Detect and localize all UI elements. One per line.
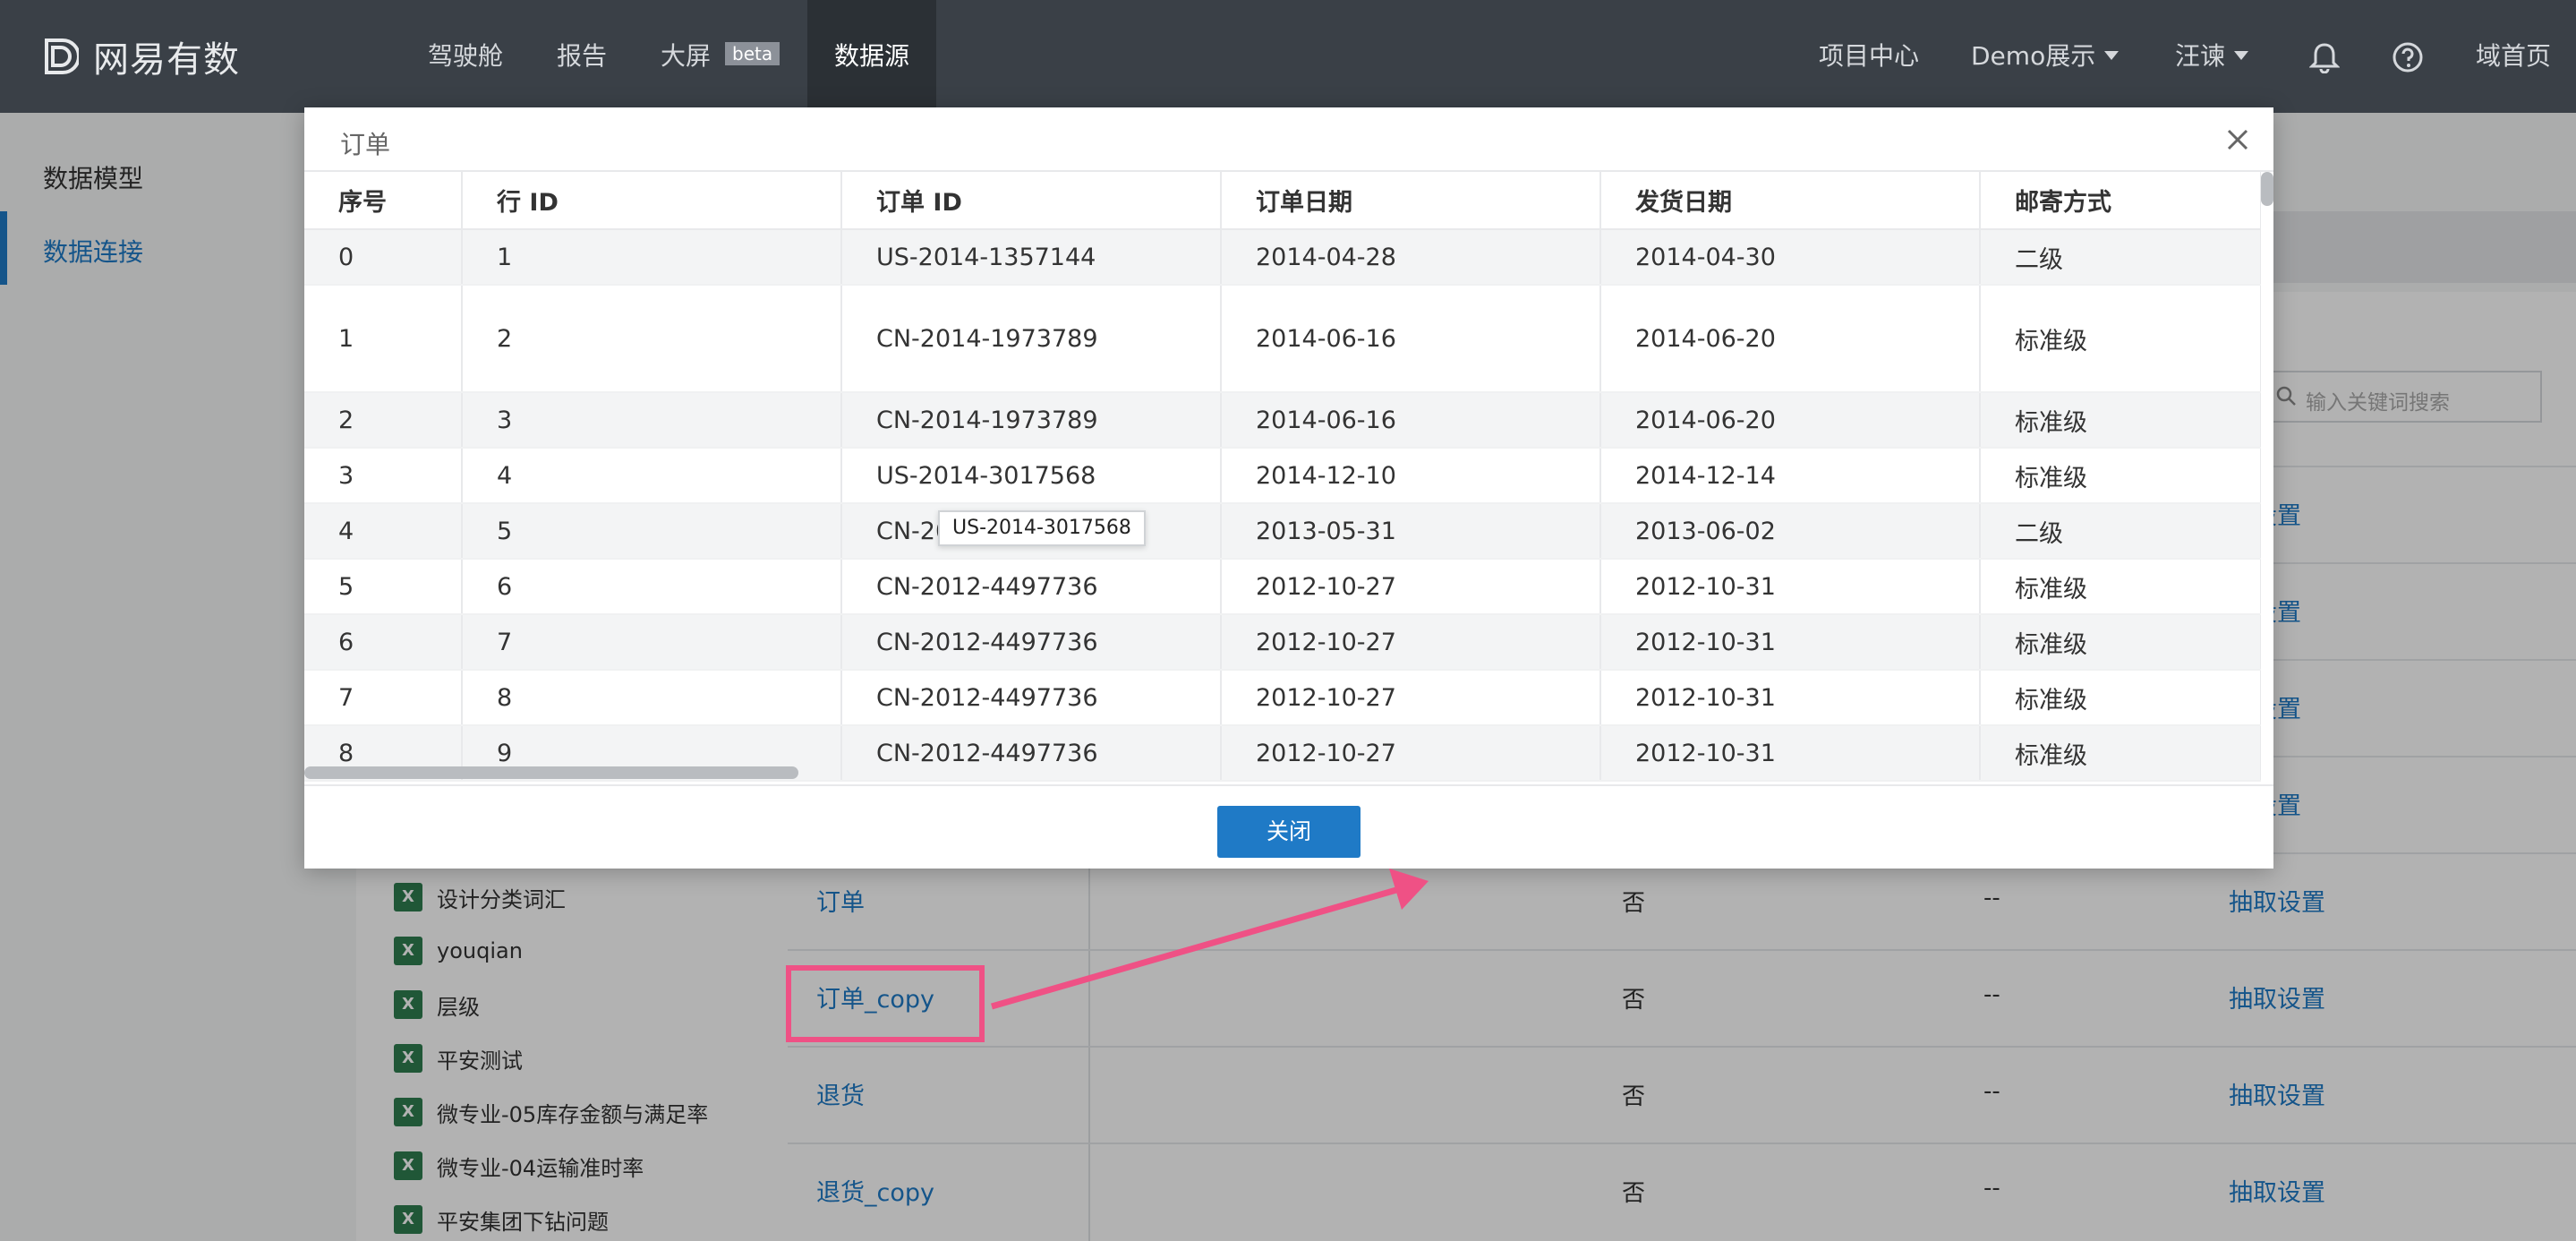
table-cell: 2012-10-31 [1600, 725, 1981, 782]
preview-modal: 订单 序号 行 ID 订单 ID 订单日期 发货日期 邮寄方式 0 1 US-201… [304, 107, 2273, 869]
vertical-scrollbar[interactable] [2261, 172, 2273, 206]
table-header-row: 序号 行 ID 订单 ID 订单日期 发货日期 邮寄方式 [304, 172, 2261, 230]
table-cell: 2012-10-31 [1600, 614, 1981, 671]
logo[interactable]: 网易有数 [39, 30, 240, 82]
modal-header: 订单 [304, 107, 2273, 172]
table-cell: 二级 [1980, 503, 2261, 560]
table-cell: 1 [462, 229, 842, 286]
demo-label: Demo展示 [1971, 41, 2096, 71]
table-cell: 7 [304, 670, 463, 726]
table-row[interactable]: 5 6 CN-2012-4497736 2012-10-27 2012-10-31 标准级 [304, 559, 2261, 615]
table-cell: 2013-06-02 [1600, 503, 1981, 560]
nav-bigscreen-label: 大屏 [661, 41, 712, 71]
table-cell: 2 [462, 285, 842, 393]
table-cell: 2012-10-27 [1221, 725, 1601, 782]
table-cell: 标准级 [1980, 559, 2261, 615]
table-row[interactable]: 4 5 CN-20 2013-05-31 2013-06-02 二级 [304, 503, 2261, 560]
beta-badge: beta [725, 42, 780, 65]
table-cell: CN-2012-4497736 [841, 670, 1222, 726]
user-name: 汪谏 [2175, 41, 2226, 71]
logo-text: 网易有数 [93, 39, 240, 81]
table-cell: 2012-10-27 [1221, 614, 1601, 671]
table-cell: US-2014-1357144 [841, 229, 1222, 286]
help-icon[interactable] [2392, 41, 2424, 73]
cell-tooltip: US-2014-3017568 [938, 510, 1146, 546]
table-cell: 2012-10-31 [1600, 670, 1981, 726]
table-cell: US-2014-3017568 [841, 448, 1222, 504]
table-row[interactable]: 1 2 CN-2014-1973789 2014-06-16 2014-06-20 标准级 [304, 285, 2261, 393]
table-cell: 标准级 [1980, 725, 2261, 782]
table-cell: 3 [462, 392, 842, 449]
nav-bigscreen[interactable]: 大屏 beta [661, 0, 780, 113]
table-cell: 8 [462, 670, 842, 726]
table-row[interactable]: 6 7 CN-2012-4497736 2012-10-27 2012-10-31 标准级 [304, 614, 2261, 671]
table-cell: 标准级 [1980, 392, 2261, 449]
table-cell: 2014-04-30 [1600, 229, 1981, 286]
table-row[interactable]: 3 4 US-2014-3017568 2014-12-10 2014-12-14 标准级 [304, 448, 2261, 504]
close-button[interactable]: 关闭 [1217, 806, 1361, 858]
column-header[interactable]: 行 ID [462, 172, 842, 230]
table-cell: 2014-06-20 [1600, 392, 1981, 449]
bell-icon[interactable] [2309, 41, 2340, 73]
chevron-down-icon [2234, 51, 2249, 60]
column-header[interactable]: 序号 [304, 172, 463, 230]
table-cell: 6 [462, 559, 842, 615]
horizontal-scrollbar[interactable] [304, 766, 798, 779]
table-cell: 5 [304, 559, 463, 615]
column-header[interactable]: 订单 ID [841, 172, 1222, 230]
table-cell: 0 [304, 229, 463, 286]
table-cell: 2014-06-16 [1221, 392, 1601, 449]
table-cell: 标准级 [1980, 285, 2261, 393]
table-cell: 2014-04-28 [1221, 229, 1601, 286]
preview-table: 序号 行 ID 订单 ID 订单日期 发货日期 邮寄方式 0 1 US-2014-1… [304, 172, 2261, 782]
table-cell: 二级 [1980, 229, 2261, 286]
table-cell: 5 [462, 503, 842, 560]
table-cell: 标准级 [1980, 614, 2261, 671]
table-cell: 2014-12-14 [1600, 448, 1981, 504]
table-cell: 2013-05-31 [1221, 503, 1601, 560]
demo-dropdown[interactable]: Demo展示 [1971, 0, 2120, 113]
table-cell: CN-2012-4497736 [841, 559, 1222, 615]
table-cell: 2012-10-27 [1221, 670, 1601, 726]
table-cell: 2012-10-27 [1221, 559, 1601, 615]
table-cell: 2 [304, 392, 463, 449]
domain-home-link[interactable]: 域首页 [2476, 0, 2551, 113]
table-cell: 4 [462, 448, 842, 504]
table-cell: 标准级 [1980, 670, 2261, 726]
column-header[interactable]: 发货日期 [1600, 172, 1981, 230]
project-center-link[interactable]: 项目中心 [1819, 0, 1919, 113]
table-cell: 2014-12-10 [1221, 448, 1601, 504]
table-cell: CN-2014-1973789 [841, 392, 1222, 449]
table-cell: 2014-06-16 [1221, 285, 1601, 393]
top-navbar: 网易有数 驾驶舱 报告 大屏 beta 数据源 项目中心 Demo展示 汪谏 域首… [0, 0, 2576, 113]
table-cell: 1 [304, 285, 463, 393]
highlight-annotation-box [786, 965, 985, 1042]
chevron-down-icon [2104, 51, 2120, 60]
table-row[interactable]: 7 8 CN-2012-4497736 2012-10-27 2012-10-31 标准级 [304, 670, 2261, 726]
table-cell: 6 [304, 614, 463, 671]
nav-report[interactable]: 报告 [557, 0, 607, 113]
table-cell: 3 [304, 448, 463, 504]
column-header[interactable]: 邮寄方式 [1980, 172, 2261, 230]
table-cell: 4 [304, 503, 463, 560]
table-cell: CN-2012-4497736 [841, 614, 1222, 671]
nav-cockpit[interactable]: 驾驶舱 [428, 0, 503, 113]
nav-datasource[interactable]: 数据源 [807, 0, 936, 113]
table-cell: 2012-10-31 [1600, 559, 1981, 615]
logo-icon [45, 39, 79, 74]
table-cell: 标准级 [1980, 448, 2261, 504]
table-cell: CN-2014-1973789 [841, 285, 1222, 393]
table-cell: CN-2012-4497736 [841, 725, 1222, 782]
column-header[interactable]: 订单日期 [1221, 172, 1601, 230]
table-cell: 2014-06-20 [1600, 285, 1981, 393]
table-cell: 7 [462, 614, 842, 671]
modal-title: 订单 [340, 130, 391, 159]
close-icon[interactable] [2222, 124, 2254, 156]
user-dropdown[interactable]: 汪谏 [2175, 0, 2249, 113]
modal-footer: 关闭 [304, 784, 2273, 869]
table-row[interactable]: 0 1 US-2014-1357144 2014-04-28 2014-04-30 二级 [304, 229, 2261, 286]
table-row[interactable]: 2 3 CN-2014-1973789 2014-06-16 2014-06-20 标准级 [304, 392, 2261, 449]
